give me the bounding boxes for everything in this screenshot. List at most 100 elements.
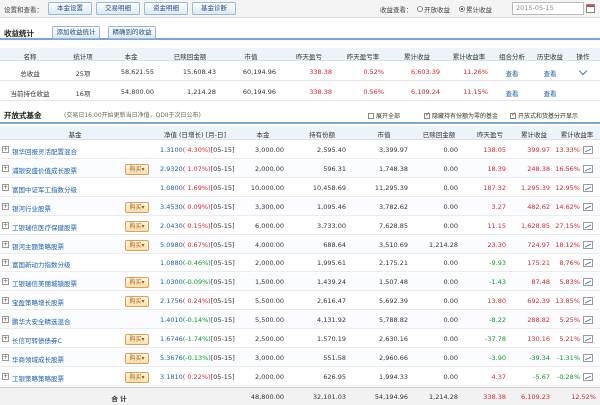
trend-chart-icon[interactable] [583, 259, 593, 268]
expand-icon[interactable]: + [2, 297, 9, 305]
trend-chart-icon[interactable] [583, 297, 593, 306]
fund-principal: 2,500.00 [255, 335, 284, 343]
fund-name-link[interactable]: 工银瑞信美丽城镇股票 [12, 278, 124, 288]
trend-chart-icon[interactable] [583, 335, 593, 343]
principal-settings-button[interactable]: 本金设置 [48, 2, 92, 15]
fund-yday: 3.27 [491, 202, 506, 211]
row-redeemed: 1,214.28 [187, 88, 216, 96]
trend-chart-icon[interactable] [583, 278, 593, 287]
trend-chart-icon[interactable] [583, 183, 593, 192]
fund-name-link[interactable]: 华商领域成长股票 [12, 354, 124, 364]
add-summary-button[interactable]: 添加收益统计 [52, 26, 100, 39]
trend-chart-icon[interactable] [583, 202, 593, 211]
buy-button[interactable]: 购买▾ [125, 296, 149, 308]
expand-icon[interactable]: + [2, 316, 9, 324]
precise-income-button[interactable]: 精确到的收益 [108, 26, 156, 39]
fund-details-button[interactable]: 资金明细 [144, 2, 188, 15]
buy-button[interactable]: 购买▾ [125, 371, 149, 383]
fund-redeemed: 1,214.28 [429, 240, 458, 249]
col-nav: 净值 (日增长) [月-日] [163, 131, 227, 139]
checkbox-icon [368, 112, 374, 119]
trend-chart-icon[interactable] [583, 164, 593, 173]
fund-rate: 14.62% [555, 202, 580, 211]
fund-name-link[interactable]: 工银瑞信医疗保健股票 [12, 222, 124, 232]
fund-row: + 长信可转债债券C 购买▾ 1.6746(-1.74%)[05-15] 2,500.0… [0, 330, 600, 348]
buy-button[interactable]: 购买▾ [125, 163, 149, 175]
view-history-link[interactable]: 查看 [532, 68, 568, 78]
fund-name-link[interactable]: 长信可转债债券C [12, 335, 124, 345]
expand-icon[interactable]: + [2, 202, 9, 210]
radio-open-income[interactable]: 开放收益 [416, 4, 450, 14]
expand-icon[interactable]: + [2, 335, 9, 342]
fund-redeemed: 0.00 [443, 183, 458, 192]
trend-chart-icon[interactable] [583, 353, 593, 362]
hide-zero-option[interactable]: 隐藏持有份额为零的基金 [424, 111, 498, 120]
col-yday: 昨天盈亏 [296, 53, 322, 61]
fund-market: 2,175.21 [379, 259, 408, 268]
summary-table-header: 名称 统计项 本金 已赎回金额 市值 昨天盈亏 昨天盈亏率 累计收益 累计收益率… [0, 48, 600, 61]
nav-cell: 1.6746(-1.74%)[05-15] [160, 335, 240, 343]
nav-change: (-1.74%) [182, 335, 211, 343]
buy-button[interactable]: 购买▾ [125, 201, 149, 213]
expand-icon[interactable]: + [2, 259, 9, 267]
funds-header: 开放式基金 (交易日16:00开始更新当日净值，QDII于次日公布) 展开全部 … [0, 108, 600, 124]
view-history-link[interactable]: 查看 [532, 88, 568, 98]
trend-chart-icon[interactable] [583, 146, 593, 154]
fund-rate: 16.56% [555, 164, 580, 173]
trade-details-button[interactable]: 交易明细 [96, 2, 140, 15]
col-shares: 持有份额 [309, 131, 335, 139]
buy-label: 购买 [129, 222, 142, 230]
buy-button[interactable]: 购买▾ [125, 220, 149, 232]
view-analysis-link[interactable]: 查看 [492, 68, 532, 78]
fund-name-link[interactable]: 鹏华大安全精选混合 [12, 316, 124, 326]
expand-icon[interactable]: + [2, 164, 9, 172]
calendar-icon[interactable] [586, 4, 595, 13]
fund-name-link[interactable]: 银河行业股票 [12, 203, 124, 213]
nav-cell: 1.0300(-0.09%)[05-15] [160, 278, 240, 286]
fund-name-link[interactable]: 银河主题策略股票 [12, 241, 124, 251]
view-analysis-link[interactable]: 查看 [492, 88, 532, 98]
fund-rate: 5.21% [559, 335, 580, 343]
fund-name-link[interactable]: 浦银安盛价值成长股票 [12, 165, 124, 175]
fund-shares: 1,570.19 [317, 335, 346, 343]
buy-button[interactable]: 购买▾ [125, 239, 149, 251]
fund-rate: 8.76% [559, 259, 580, 268]
fund-redeemed: 0.00 [443, 297, 458, 306]
nav-change: ( 0.24%) [182, 297, 211, 306]
buy-label: 购买 [129, 165, 142, 173]
edit-icon[interactable] [578, 66, 588, 76]
expand-all-option[interactable]: 展开全部 [368, 111, 400, 120]
row-redeemed: 15,608.43 [182, 68, 216, 76]
trend-chart-icon[interactable] [583, 316, 593, 325]
total-redeemed: 1,214.28 [429, 393, 458, 401]
buy-button[interactable]: 购买▾ [125, 334, 149, 345]
fund-name-link[interactable]: 富国新动力指数分级 [12, 259, 124, 269]
fund-diagnosis-button[interactable]: 基金诊断 [192, 2, 236, 15]
nav-value: 2.0430 [160, 221, 183, 230]
fund-row: + 华商领域成长股票 购买▾ 5.3676(-0.13%)[05-15] 3,000.0… [0, 348, 600, 367]
buy-button[interactable]: 购买▾ [125, 352, 149, 364]
expand-icon[interactable]: + [2, 146, 9, 153]
trend-chart-icon[interactable] [583, 221, 593, 230]
fund-name-link[interactable]: 宝盈策略增长股票 [12, 297, 124, 307]
fund-row: + 工银瑞信医疗保健股票 购买▾ 2.0430( 0.15%)[05-15] 6,000… [0, 217, 600, 235]
trend-chart-icon[interactable] [583, 372, 593, 381]
nav-value: 1.0300 [160, 278, 183, 287]
expand-icon[interactable]: + [2, 240, 9, 248]
trend-chart-icon[interactable] [583, 240, 593, 249]
expand-icon[interactable]: + [2, 372, 9, 380]
nav-change: ( 0.67%) [182, 240, 211, 249]
radio-total-income[interactable]: 累计收益 [458, 4, 492, 14]
date-input[interactable]: 2015-05-15 [512, 2, 584, 15]
fund-name-link[interactable]: 富国中证军工指数分级 [12, 184, 124, 194]
buy-label: 购买 [129, 336, 142, 343]
fund-name-link[interactable]: 工银策略策略股票 [12, 373, 124, 383]
expand-icon[interactable]: + [2, 221, 9, 229]
row-count: 16项 [75, 90, 91, 98]
expand-icon[interactable]: + [2, 183, 9, 191]
separate-option[interactable]: 开放式和货基分开显示 [510, 111, 578, 120]
fund-name-link[interactable]: 银华回报灵活配置混合 [12, 146, 124, 156]
expand-icon[interactable]: + [2, 278, 9, 286]
buy-button[interactable]: 购买▾ [125, 277, 149, 289]
expand-icon[interactable]: + [2, 353, 9, 361]
